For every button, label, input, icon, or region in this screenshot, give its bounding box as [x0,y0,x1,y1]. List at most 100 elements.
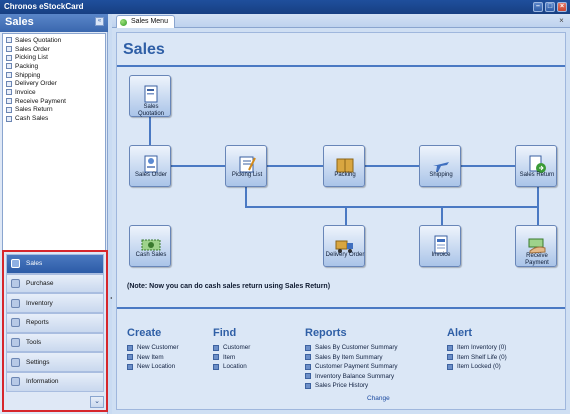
nav-button-label: Reports [26,319,49,327]
report-icon [305,354,311,361]
plane-icon [6,72,12,79]
flow-node-invoice[interactable]: Invoice [419,225,461,267]
list-item[interactable]: Cash Sales [3,114,105,123]
close-button[interactable]: × [557,2,567,12]
nav-button-label: Purchase [26,280,54,288]
link-label: Item Locked (0) [457,363,501,371]
nav-button-settings[interactable]: Settings [6,352,104,373]
list-item[interactable]: Sales Return [3,106,105,115]
flow-node-cash-sales[interactable]: Cash Sales [129,225,171,267]
flow-node-shipping[interactable]: Shipping [419,145,461,187]
list-item-label: Invoice [15,88,36,96]
list-item[interactable]: Sales Quotation [3,36,105,45]
report-link[interactable]: Sales By Customer Summary [305,343,398,353]
customer-icon [213,344,219,351]
left-panel-title: Sales [5,16,34,28]
sales-task-list: Sales Quotation Sales Order Picking List… [2,33,106,261]
window-title: Chronos eStockCard [4,2,84,11]
location-icon [213,363,219,370]
create-section: Create New Customer New Item New Locatio… [127,327,179,372]
nav-button-information[interactable]: Information [6,372,104,392]
link-label: Sales Price History [315,382,369,390]
flow-node-picking-list[interactable]: Picking List [225,145,267,187]
report-link[interactable]: Inventory Balance Summary [305,372,398,382]
link-label: Item Inventory (0) [457,344,507,352]
main-area: Sales Sales Quotation Sales Order Pickin… [112,28,570,414]
link-label: Item [223,353,236,361]
nav-options-chevron-icon[interactable]: ⌄ [90,396,104,408]
list-item-label: Packing [15,62,39,70]
report-link[interactable]: Sales By Item Summary [305,353,398,363]
list-item-label: Sales Order [15,45,50,53]
new-location-link[interactable]: New Location [127,362,179,372]
flow-node-receive-payment[interactable]: Receive Payment [515,225,557,267]
change-reports-link[interactable]: Change [367,395,390,402]
flow-node-sales-return[interactable]: Sales Return [515,145,557,187]
new-item-link[interactable]: New Item [127,353,179,363]
node-label: Sales Return [519,172,555,178]
report-icon [305,373,311,380]
node-label: Sales Quotation [137,104,165,117]
note-text: (Note: Now you can do cash sales return … [127,283,331,290]
maximize-button[interactable]: □ [545,2,555,12]
module-navigation: Sales Purchase Inventory Reports Tools S… [2,250,108,412]
nav-button-label: Tools [26,339,42,347]
nav-button-inventory[interactable]: Inventory [6,293,104,314]
left-panel: Sales « Sales Quotation Sales Order Pick… [0,14,108,414]
list-item[interactable]: Delivery Order [3,79,105,88]
link-label: Location [223,363,247,371]
nav-button-purchase[interactable]: Purchase [6,273,104,294]
sales-pane: Sales Sales Quotation Sales Order Pickin… [116,32,566,410]
list-item[interactable]: Shipping [3,71,105,80]
flow-node-delivery-order[interactable]: Delivery Order [323,225,365,267]
link-label: Sales By Item Summary [315,353,383,361]
nav-button-tools[interactable]: Tools [6,332,104,353]
minimize-button[interactable]: – [533,2,543,12]
cash-icon [6,115,12,122]
document-icon [6,37,12,44]
nav-button-sales[interactable]: Sales [6,254,104,274]
link-label: Sales By Customer Summary [315,344,398,352]
box-icon [6,63,12,70]
find-item-link[interactable]: Item [213,353,250,363]
flow-connector [537,185,539,225]
item-icon [213,354,219,361]
alert-link[interactable]: Item Shelf Life (0) [447,353,507,363]
list-item[interactable]: Invoice [3,88,105,97]
find-customer-link[interactable]: Customer [213,343,250,353]
find-heading: Find [213,327,237,339]
node-tile: Sales Return [515,145,557,187]
alert-link[interactable]: Item Inventory (0) [447,343,507,353]
report-icon [305,363,311,370]
flow-node-sales-quotation[interactable]: Sales Quotation [129,75,171,117]
alert-link[interactable]: Item Locked (0) [447,362,507,372]
nav-button-reports[interactable]: Reports [6,313,104,333]
flow-node-packing[interactable]: Packing [323,145,365,187]
list-item[interactable]: Picking List [3,53,105,62]
report-link[interactable]: Customer Payment Summary [305,362,398,372]
nav-button-label: Inventory [26,299,53,307]
settings-icon [11,357,20,367]
sales-menu-tab-icon [120,19,127,26]
node-tile: Invoice [419,225,461,267]
list-item[interactable]: Receive Payment [3,97,105,106]
link-label: New Customer [137,344,179,352]
close-tab-icon[interactable]: × [557,16,566,25]
find-location-link[interactable]: Location [213,362,250,372]
list-item[interactable]: Packing [3,62,105,71]
new-customer-link[interactable]: New Customer [127,343,179,353]
page-title: Sales [123,41,165,58]
payment-icon [6,98,12,105]
quotation-icon [144,85,158,103]
report-link[interactable]: Sales Price History [305,381,398,391]
tab-sales-menu[interactable]: Sales Menu [116,15,175,28]
collapse-panel-icon[interactable]: « [95,17,104,26]
list-item[interactable]: Sales Order [3,45,105,54]
flow-node-sales-order[interactable]: Sales Order [129,145,171,187]
node-tile: Sales Order [129,145,171,187]
report-icon [305,382,311,389]
location-icon [127,363,133,370]
alert-section: Alert Item Inventory (0) Item Shelf Life… [447,327,507,372]
node-label: Packing [334,172,356,178]
node-tile: Receive Payment [515,225,557,267]
